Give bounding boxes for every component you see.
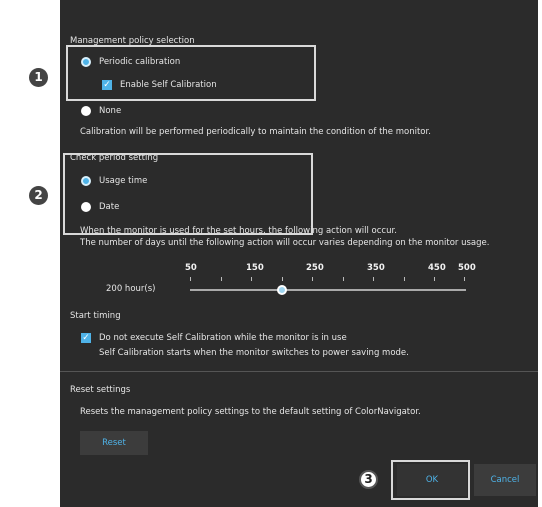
slider-track[interactable] (190, 289, 466, 291)
divider (60, 371, 538, 372)
timing-checkbox-label: Do not execute Self Calibration while th… (99, 333, 347, 343)
reset-section-title: Reset settings (70, 385, 131, 395)
policy-description: Calibration will be performed periodical… (80, 127, 431, 137)
timing-section-title: Start timing (70, 311, 121, 321)
reset-description: Resets the management policy settings to… (80, 407, 421, 417)
slider-tick (221, 277, 222, 281)
cancel-button[interactable]: Cancel (474, 464, 536, 496)
step-marker-2: 2 (29, 186, 48, 205)
timing-note: Self Calibration starts when the monitor… (99, 348, 409, 358)
slider-tick (190, 277, 191, 281)
slider-tick (282, 277, 283, 281)
none-radio[interactable] (81, 106, 91, 116)
slider-thumb[interactable] (277, 285, 287, 295)
slider-tick (343, 277, 344, 281)
slider-tick-label: 150 (246, 263, 264, 273)
slider-value-label: 200 hour(s) (106, 284, 156, 294)
highlight-box-ok (391, 460, 470, 500)
slider-tick-label: 50 (185, 263, 197, 273)
reset-button[interactable]: Reset (80, 431, 148, 455)
highlight-box-policy (66, 45, 316, 101)
slider-tick (464, 277, 465, 281)
timing-checkbox[interactable]: ✓ (81, 333, 91, 343)
highlight-box-period (63, 153, 313, 235)
slider-tick (373, 277, 374, 281)
slider-tick-label: 500 (458, 263, 476, 273)
slider-tick (251, 277, 252, 281)
step-marker-1: 1 (29, 68, 48, 87)
slider-tick-label: 450 (428, 263, 446, 273)
slider-tick (404, 277, 405, 281)
slider-tick (312, 277, 313, 281)
step-marker-3: 3 (359, 470, 378, 489)
slider-tick-label: 250 (306, 263, 324, 273)
slider-tick (434, 277, 435, 281)
slider-tick-label: 350 (367, 263, 385, 273)
none-label: None (99, 106, 122, 116)
period-description-2: The number of days until the following a… (80, 238, 490, 248)
